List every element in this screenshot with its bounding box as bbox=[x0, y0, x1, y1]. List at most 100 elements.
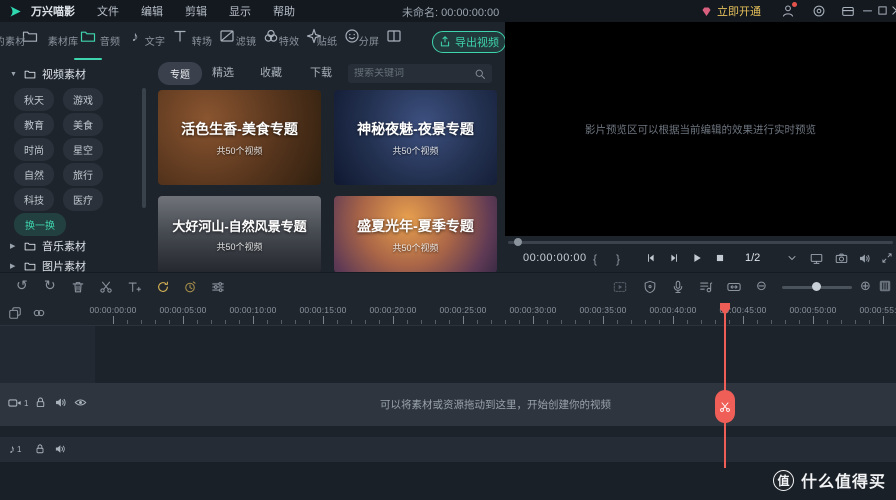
help-center-button[interactable] bbox=[812, 4, 826, 18]
scissors-icon bbox=[719, 401, 731, 413]
tag-tech[interactable]: 科技 bbox=[14, 188, 54, 211]
topic-card-nature[interactable]: 大好河山-自然风景专题 共50个视频 bbox=[158, 196, 321, 273]
adjust-button[interactable] bbox=[211, 280, 225, 294]
record-voiceover-button[interactable] bbox=[671, 280, 685, 294]
previous-frame-button[interactable] bbox=[645, 252, 657, 264]
tag-travel[interactable]: 旅行 bbox=[63, 163, 103, 186]
preview-quality-value[interactable]: 1/2 bbox=[745, 252, 760, 264]
menu-help[interactable]: 帮助 bbox=[273, 3, 295, 19]
text-icon bbox=[172, 28, 188, 44]
menu-edit[interactable]: 编辑 bbox=[141, 3, 163, 19]
next-frame-button[interactable] bbox=[668, 252, 680, 264]
watermark: 值 什么值得买 bbox=[773, 468, 886, 492]
add-text-button[interactable] bbox=[127, 280, 141, 294]
ruler-label: 00:00:10:00 bbox=[229, 305, 276, 315]
sidebar-scrollbar[interactable] bbox=[142, 88, 146, 208]
menu-view[interactable]: 显示 bbox=[229, 3, 251, 19]
play-button[interactable] bbox=[691, 252, 703, 264]
zoom-slider-handle[interactable] bbox=[812, 282, 821, 291]
topic-card-night[interactable]: 神秘夜魅-夜景专题 共50个视频 bbox=[334, 90, 497, 185]
titlebar: 万兴喵影 文件 编辑 剪辑 显示 帮助 未命名: 00:00:00:00 立即开… bbox=[0, 0, 896, 22]
track-height-icon bbox=[878, 279, 892, 293]
tag-starry[interactable]: 星空 bbox=[63, 138, 103, 161]
zoom-in-button[interactable]: ⊕ bbox=[860, 279, 871, 293]
tag-food[interactable]: 美食 bbox=[63, 113, 103, 136]
previous-frame-icon bbox=[645, 252, 657, 264]
delete-button[interactable] bbox=[71, 280, 85, 294]
fit-timeline-button[interactable] bbox=[727, 280, 741, 294]
library-tab-featured[interactable]: 精选 bbox=[212, 64, 234, 80]
preview-viewport[interactable]: 影片预览区可以根据当前编辑的效果进行实时预览 bbox=[505, 22, 896, 236]
search-input[interactable] bbox=[348, 68, 474, 79]
tab-splitscreen[interactable]: 分屏 bbox=[369, 27, 419, 44]
minimize-icon bbox=[861, 4, 874, 17]
marker-button[interactable] bbox=[643, 280, 657, 294]
lock-track-button[interactable] bbox=[34, 443, 46, 455]
topic-card-summer[interactable]: 盛夏光年-夏季专题 共50个视频 bbox=[334, 196, 497, 273]
fullscreen-button[interactable] bbox=[881, 252, 893, 264]
ruler-label: 00:00:30:00 bbox=[509, 305, 556, 315]
minimize-button[interactable] bbox=[861, 4, 874, 17]
library-tab-downloads[interactable]: 下载 bbox=[310, 64, 332, 80]
split-clip-button[interactable] bbox=[99, 280, 113, 294]
export-video-button[interactable]: 导出视频 bbox=[432, 31, 506, 53]
quality-dropdown-button[interactable] bbox=[786, 252, 798, 264]
tag-education[interactable]: 教育 bbox=[14, 113, 54, 136]
menu-file[interactable]: 文件 bbox=[97, 3, 119, 19]
link-clips-button[interactable] bbox=[32, 306, 46, 320]
video-camera-icon bbox=[8, 396, 22, 410]
mark-in-button[interactable]: { bbox=[593, 252, 597, 266]
library-tab-favorites[interactable]: 收藏 bbox=[260, 64, 282, 80]
quick-split-button[interactable] bbox=[715, 390, 735, 423]
display-device-button[interactable] bbox=[810, 252, 823, 265]
audio-mixer-button[interactable] bbox=[699, 280, 713, 294]
mute-track-button[interactable] bbox=[54, 443, 66, 455]
playhead-handle[interactable] bbox=[719, 302, 731, 316]
duration-button[interactable] bbox=[183, 280, 197, 294]
speed-button[interactable] bbox=[156, 280, 170, 294]
upgrade-button[interactable]: 立即开通 bbox=[700, 3, 761, 19]
manage-tracks-button[interactable] bbox=[8, 306, 22, 320]
speaker-icon bbox=[54, 443, 66, 455]
mute-track-button[interactable] bbox=[54, 396, 67, 409]
preview-seekbar[interactable] bbox=[508, 241, 893, 244]
tag-medical[interactable]: 医疗 bbox=[63, 188, 103, 211]
mark-out-button[interactable]: } bbox=[616, 252, 620, 266]
mixer-icon bbox=[699, 280, 713, 294]
track-height-button[interactable] bbox=[878, 279, 892, 293]
track-header-column bbox=[0, 326, 95, 383]
stop-button[interactable] bbox=[714, 252, 726, 264]
refresh-tags-button[interactable]: 换一换 bbox=[14, 213, 66, 236]
lock-track-button[interactable] bbox=[34, 396, 47, 409]
close-button[interactable] bbox=[890, 4, 896, 17]
maximize-button[interactable] bbox=[876, 4, 889, 17]
undo-button[interactable]: ↺ bbox=[16, 277, 28, 293]
tag-fashion[interactable]: 时尚 bbox=[14, 138, 54, 161]
shield-icon bbox=[643, 280, 657, 294]
topic-card-food[interactable]: 活色生香-美食专题 共50个视频 bbox=[158, 90, 321, 185]
volume-button[interactable] bbox=[858, 252, 871, 265]
menu-clip[interactable]: 剪辑 bbox=[185, 3, 207, 19]
tag-game[interactable]: 游戏 bbox=[63, 88, 103, 111]
audio-track[interactable]: ♪ 1 bbox=[0, 437, 896, 462]
save-button[interactable] bbox=[841, 4, 855, 18]
render-preview-button[interactable] bbox=[613, 280, 627, 294]
timeline-tracks: 1 可以将素材或资源拖动到这里，开始创建你的视频 ♪ 1 bbox=[0, 326, 896, 500]
zoom-out-button[interactable]: ⊖ bbox=[756, 279, 767, 293]
stop-icon bbox=[714, 252, 726, 264]
library-tab-topics[interactable]: 专题 bbox=[158, 62, 202, 85]
hide-track-button[interactable] bbox=[74, 396, 87, 409]
snapshot-button[interactable] bbox=[835, 252, 848, 265]
play-icon bbox=[691, 252, 703, 264]
preview-placeholder-text: 影片预览区可以根据当前编辑的效果进行实时预览 bbox=[505, 122, 896, 137]
redo-button[interactable]: ↻ bbox=[44, 277, 56, 293]
account-button[interactable] bbox=[781, 4, 795, 18]
seekbar-handle[interactable] bbox=[514, 238, 522, 246]
video-track[interactable]: 1 可以将素材或资源拖动到这里，开始创建你的视频 bbox=[0, 383, 896, 426]
tag-autumn[interactable]: 秋天 bbox=[14, 88, 54, 111]
tag-nature[interactable]: 自然 bbox=[14, 163, 54, 186]
sidebar-item-video-materials[interactable]: ▼ 视频素材 bbox=[10, 66, 86, 82]
timeline-ruler[interactable]: 00:00:00:00 00:00:05:00 00:00:10:00 00:0… bbox=[0, 302, 896, 326]
drop-hint-text: 可以将素材或资源拖动到这里，开始创建你的视频 bbox=[95, 397, 896, 412]
sidebar-item-music-materials[interactable]: ▶ 音乐素材 bbox=[10, 238, 86, 254]
